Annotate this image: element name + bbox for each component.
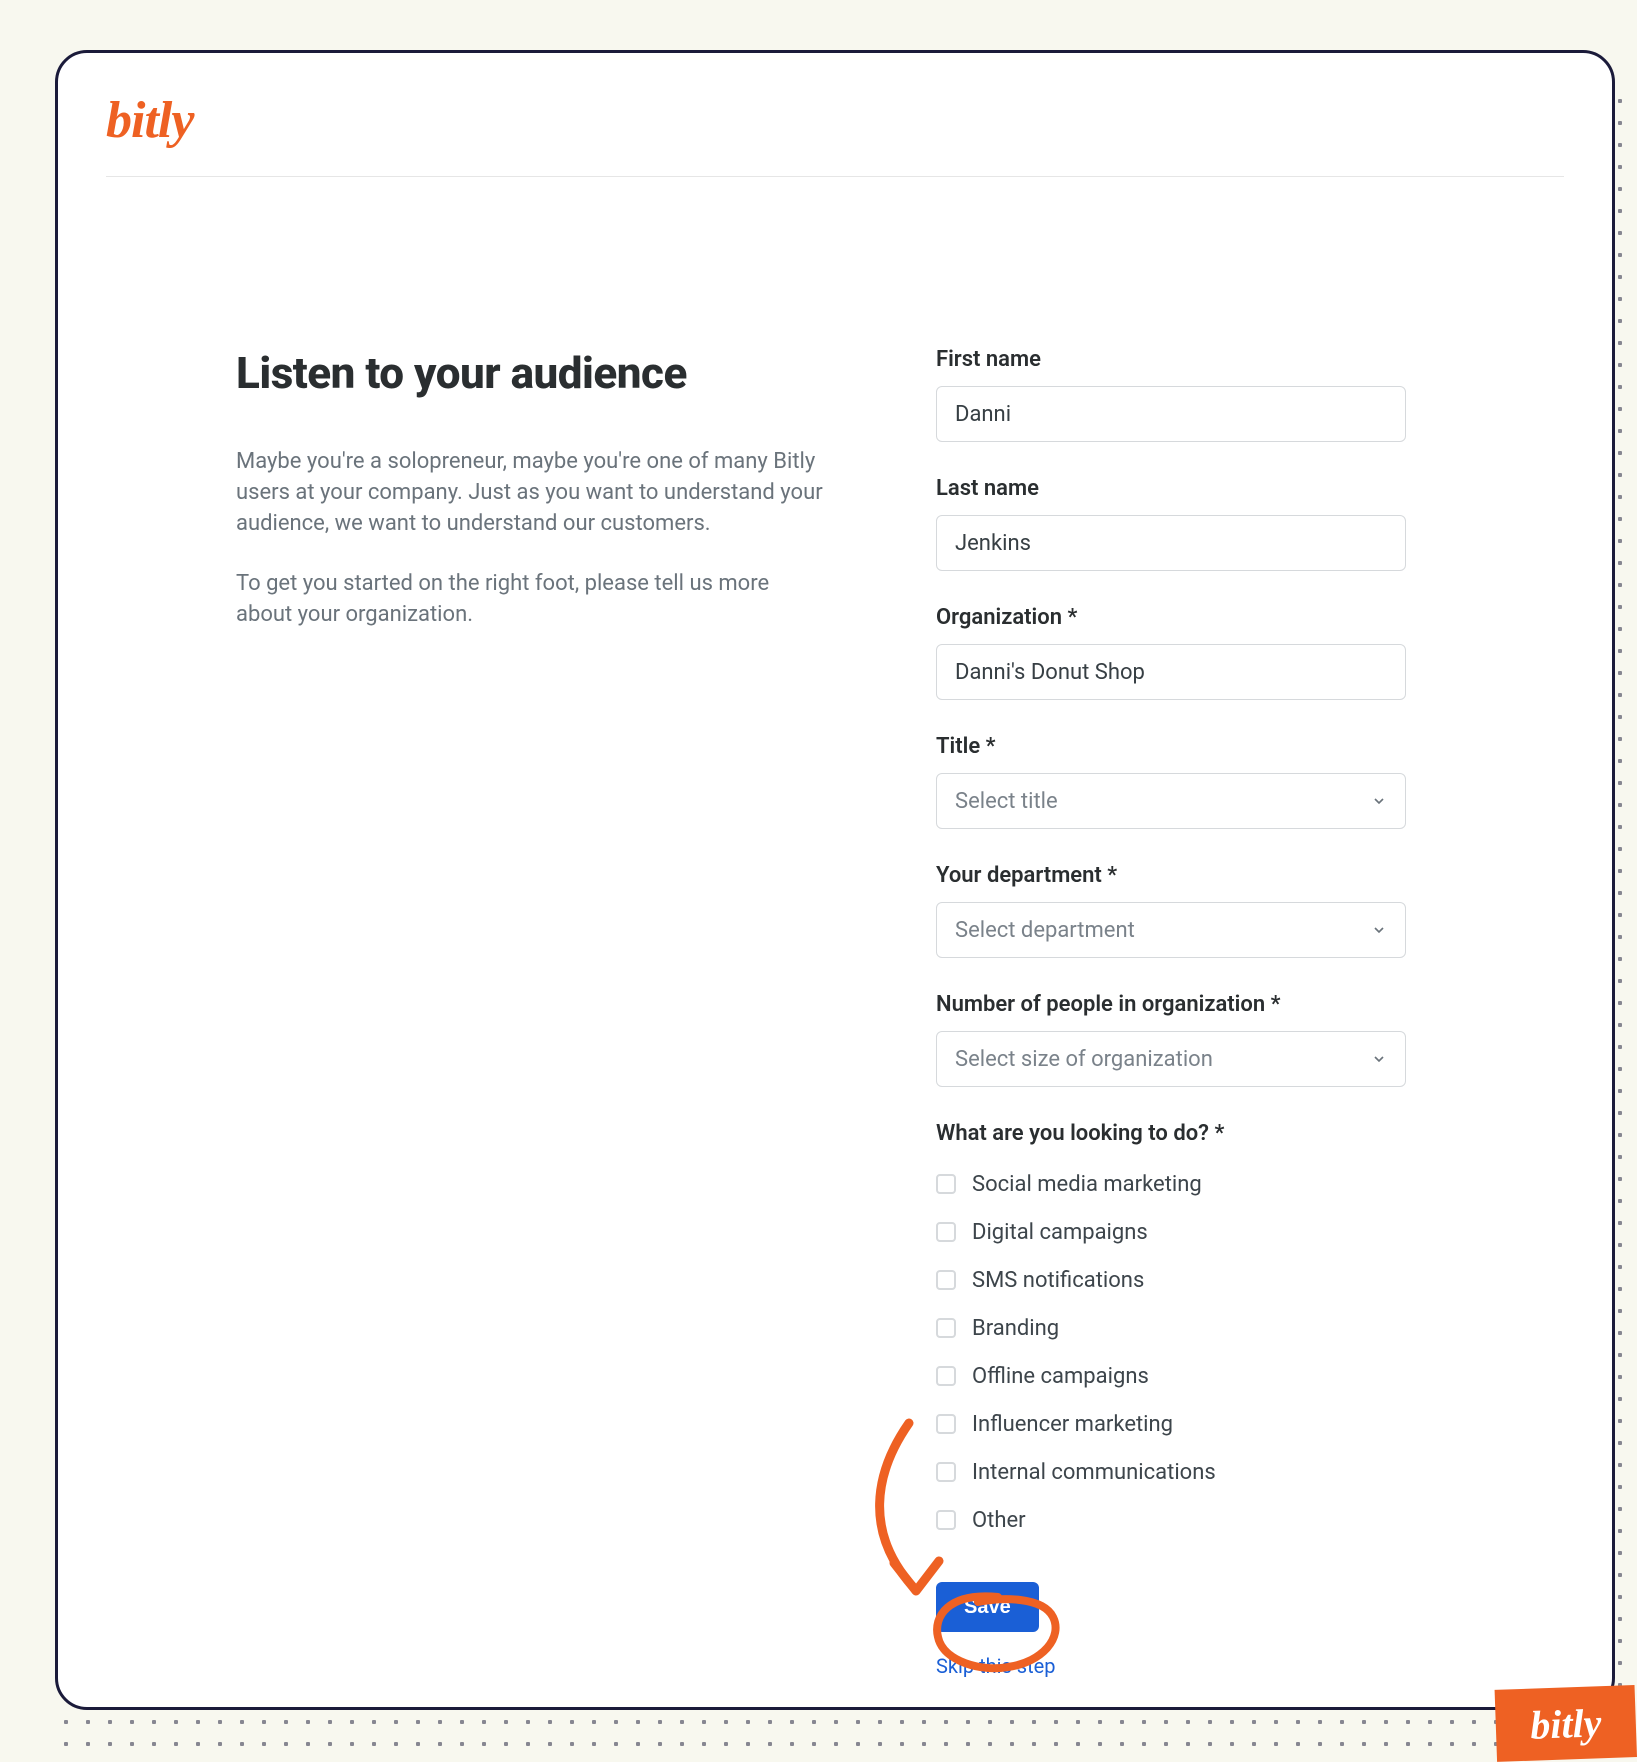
- checkbox-icon: [936, 1270, 956, 1290]
- checkbox-icon: [936, 1222, 956, 1242]
- option-label: Internal communications: [972, 1460, 1216, 1485]
- page-title: Listen to your audience: [236, 347, 826, 399]
- checkbox-icon: [936, 1366, 956, 1386]
- intro-text: Maybe you're a solopreneur, maybe you're…: [236, 447, 826, 631]
- org-size-field: Number of people in organization * Selec…: [936, 992, 1406, 1087]
- title-select-placeholder: Select title: [955, 789, 1058, 814]
- org-size-select-placeholder: Select size of organization: [955, 1047, 1213, 1072]
- option-label: Influencer marketing: [972, 1412, 1173, 1437]
- onboarding-card: bitly Listen to your audience Maybe you'…: [55, 50, 1615, 1710]
- save-button[interactable]: Save: [936, 1582, 1039, 1632]
- organization-label: Organization *: [936, 605, 1406, 630]
- bitly-corner-badge: bitly: [1495, 1685, 1637, 1762]
- org-size-label: Number of people in organization *: [936, 992, 1406, 1017]
- decorative-dots-bottom: [55, 1711, 1615, 1747]
- checkbox-icon: [936, 1510, 956, 1530]
- intro-paragraph-2: To get you started on the right foot, pl…: [236, 569, 826, 631]
- option-internal-communications[interactable]: Internal communications: [936, 1448, 1406, 1496]
- option-label: Digital campaigns: [972, 1220, 1148, 1245]
- option-social-media-marketing[interactable]: Social media marketing: [936, 1160, 1406, 1208]
- last-name-input[interactable]: Jenkins: [936, 515, 1406, 571]
- chevron-down-icon: [1371, 922, 1387, 938]
- looking-to-do-label: What are you looking to do? *: [936, 1121, 1406, 1146]
- checkbox-icon: [936, 1462, 956, 1482]
- department-select-placeholder: Select department: [955, 918, 1135, 943]
- department-select[interactable]: Select department: [936, 902, 1406, 958]
- option-label: Other: [972, 1508, 1026, 1533]
- form-column: First name Danni Last name Jenkins Organ…: [936, 347, 1406, 1678]
- skip-link[interactable]: Skip this step: [936, 1654, 1406, 1678]
- option-label: Branding: [972, 1316, 1059, 1341]
- title-select[interactable]: Select title: [936, 773, 1406, 829]
- intro-paragraph-1: Maybe you're a solopreneur, maybe you're…: [236, 447, 826, 539]
- bitly-corner-logo: bitly: [1529, 1699, 1602, 1748]
- checkbox-icon: [936, 1414, 956, 1434]
- option-label: Social media marketing: [972, 1172, 1202, 1197]
- checkbox-icon: [936, 1318, 956, 1338]
- department-field: Your department * Select department: [936, 863, 1406, 958]
- form-actions: Save Skip this step: [936, 1582, 1406, 1678]
- department-label: Your department *: [936, 863, 1406, 888]
- checkbox-icon: [936, 1174, 956, 1194]
- option-digital-campaigns[interactable]: Digital campaigns: [936, 1208, 1406, 1256]
- chevron-down-icon: [1371, 793, 1387, 809]
- title-label: Title *: [936, 734, 1406, 759]
- looking-to-do-options: Social media marketing Digital campaigns…: [936, 1160, 1406, 1544]
- header: bitly: [106, 91, 1564, 177]
- last-name-field: Last name Jenkins: [936, 476, 1406, 571]
- option-sms-notifications[interactable]: SMS notifications: [936, 1256, 1406, 1304]
- option-offline-campaigns[interactable]: Offline campaigns: [936, 1352, 1406, 1400]
- intro-column: Listen to your audience Maybe you're a s…: [236, 347, 826, 1678]
- looking-to-do-field: What are you looking to do? * Social med…: [936, 1121, 1406, 1544]
- org-size-select[interactable]: Select size of organization: [936, 1031, 1406, 1087]
- organization-field: Organization * Danni's Donut Shop: [936, 605, 1406, 700]
- bitly-logo: bitly: [106, 91, 1564, 150]
- option-branding[interactable]: Branding: [936, 1304, 1406, 1352]
- organization-input[interactable]: Danni's Donut Shop: [936, 644, 1406, 700]
- first-name-label: First name: [936, 347, 1406, 372]
- option-label: Offline campaigns: [972, 1364, 1149, 1389]
- option-influencer-marketing[interactable]: Influencer marketing: [936, 1400, 1406, 1448]
- option-label: SMS notifications: [972, 1268, 1144, 1293]
- option-other[interactable]: Other: [936, 1496, 1406, 1544]
- chevron-down-icon: [1371, 1051, 1387, 1067]
- content-columns: Listen to your audience Maybe you're a s…: [106, 347, 1564, 1678]
- last-name-label: Last name: [936, 476, 1406, 501]
- first-name-field: First name Danni: [936, 347, 1406, 442]
- title-field: Title * Select title: [936, 734, 1406, 829]
- first-name-input[interactable]: Danni: [936, 386, 1406, 442]
